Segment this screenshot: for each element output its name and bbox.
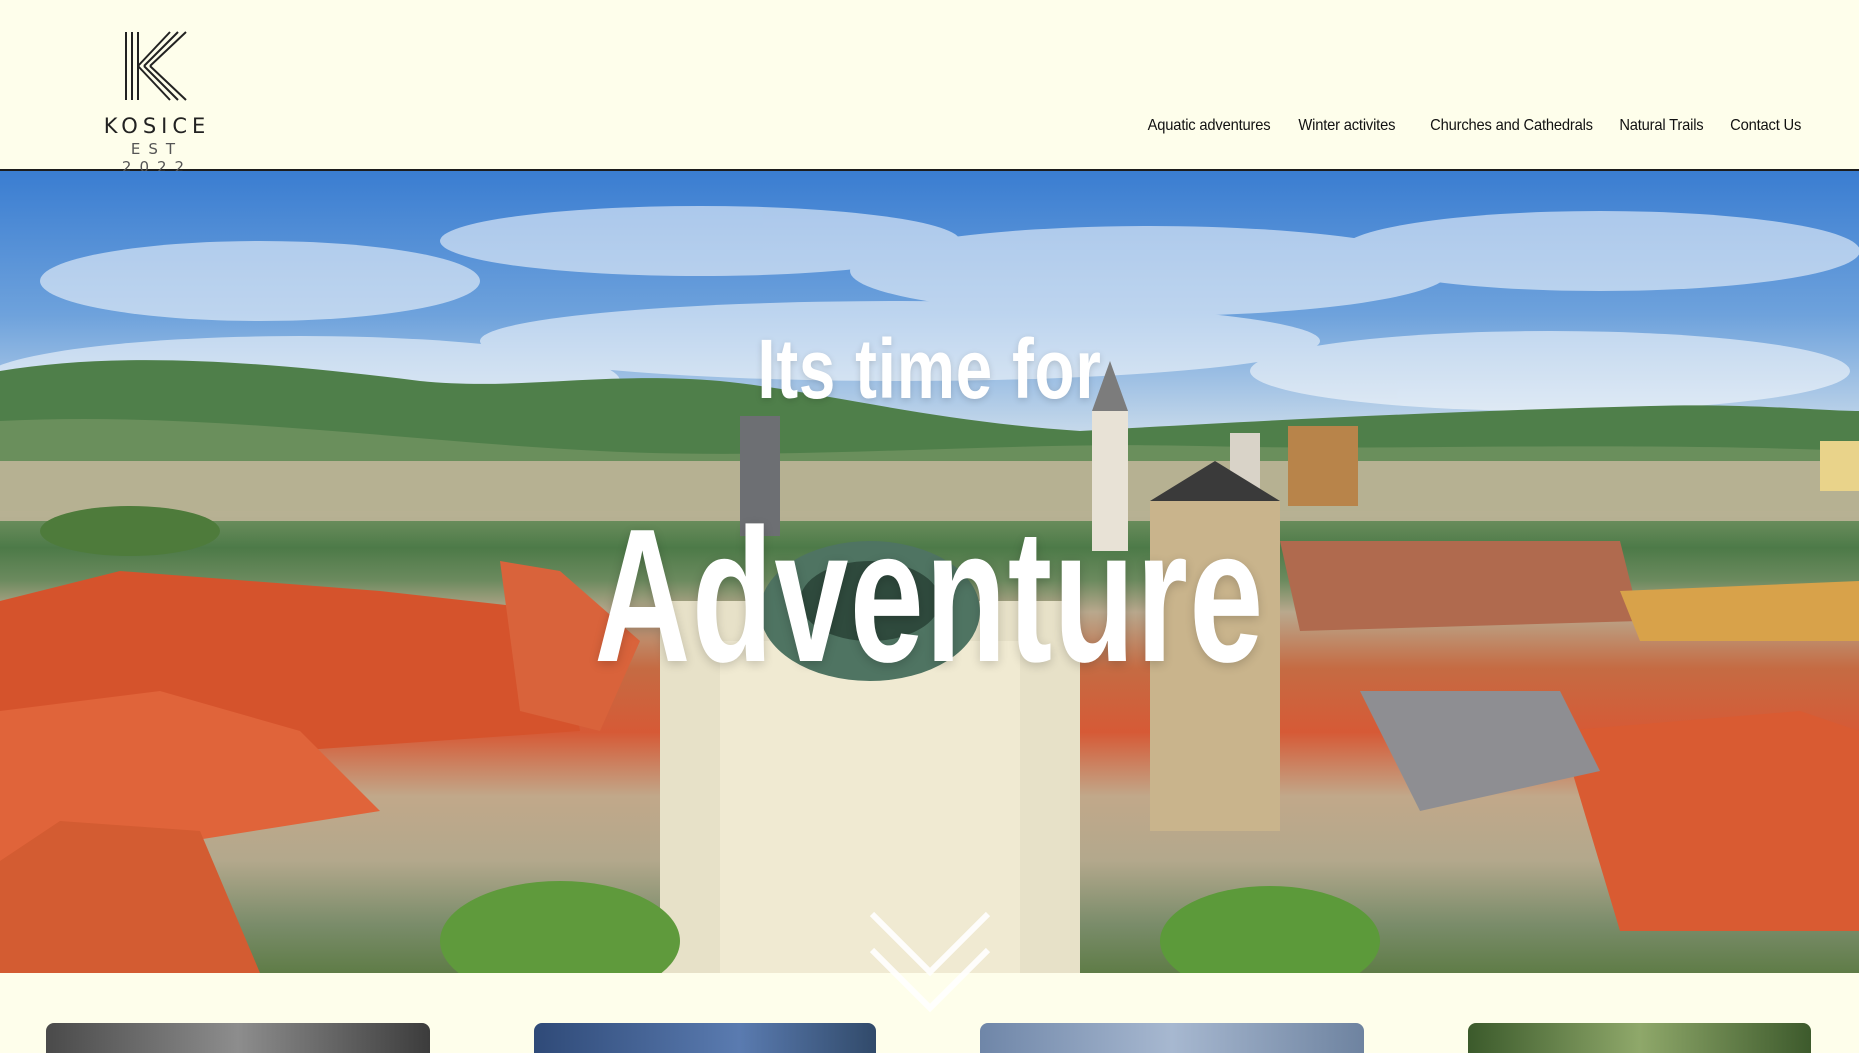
k-logo-icon	[125, 31, 187, 101]
feature-card-3[interactable]	[980, 1023, 1364, 1053]
site-logo[interactable]: KOSICE EST 2022	[92, 30, 222, 176]
main-nav: Aquatic adventures Winter activites Chur…	[1117, 117, 1802, 135]
nav-item-contact-us[interactable]: Contact Us	[1730, 117, 1801, 135]
hero-heading: Adventure	[594, 490, 1265, 702]
feature-card-4[interactable]	[1468, 1023, 1811, 1053]
logo-name: KOSICE	[103, 114, 211, 138]
nav-item-churches-and-cathedrals[interactable]: Churches and Cathedrals	[1430, 117, 1593, 135]
hero-banner: Its time for Adventure	[0, 171, 1859, 973]
feature-card-2[interactable]	[534, 1023, 876, 1053]
nav-item-winter-activites[interactable]: Winter activites	[1299, 117, 1396, 135]
nav-item-aquatic-adventures[interactable]: Aquatic adventures	[1148, 117, 1271, 135]
feature-card-1[interactable]	[46, 1023, 430, 1053]
chevron-down-icon[interactable]	[868, 910, 992, 1014]
site-header: KOSICE EST 2022 Aquatic adventures Winte…	[0, 0, 1859, 176]
hero-subheading: Its time for	[757, 322, 1102, 416]
nav-item-natural-trails[interactable]: Natural Trails	[1620, 117, 1704, 135]
